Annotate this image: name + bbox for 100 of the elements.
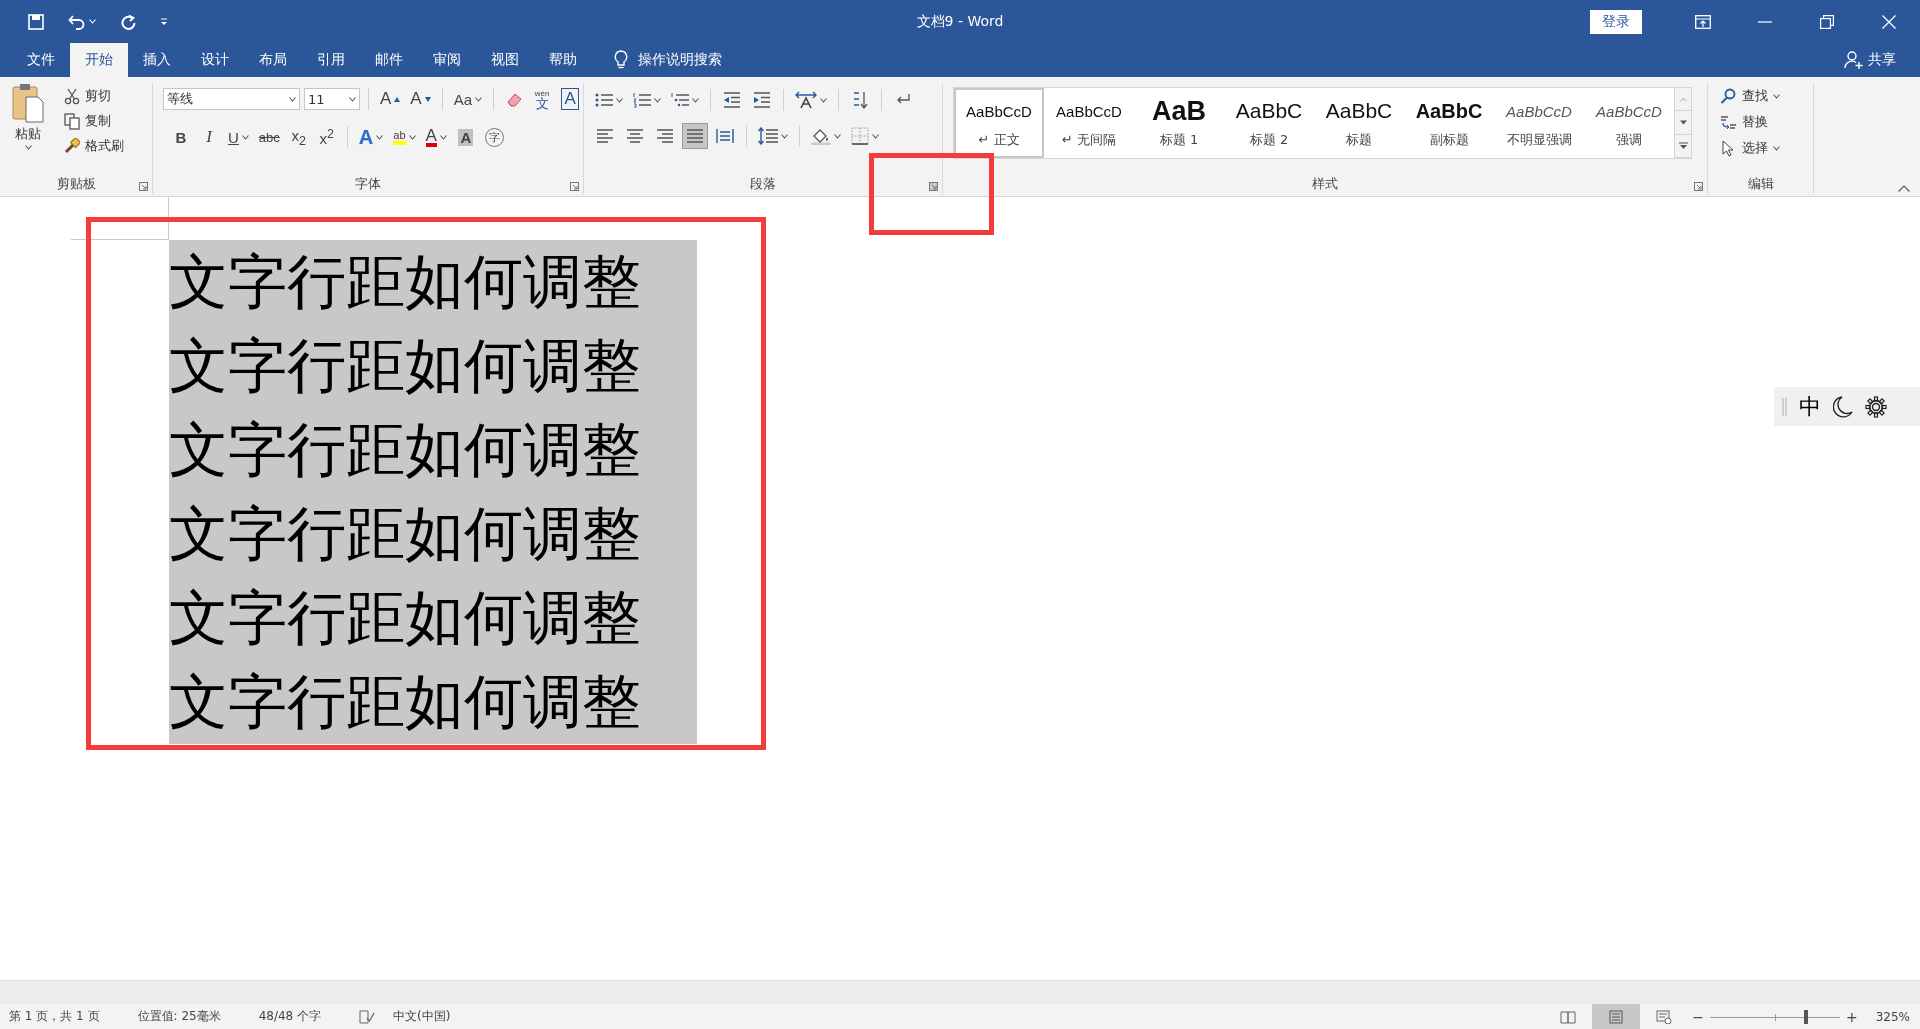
style-gallery-item[interactable]: AaBbCcD ↵ 正文: [954, 88, 1044, 158]
font-name-field[interactable]: 等线: [163, 88, 300, 110]
strikethrough-button[interactable]: abc: [255, 125, 283, 149]
caret-icon: [1773, 145, 1780, 151]
language-indicator[interactable]: 中文(中国): [393, 1008, 451, 1025]
ribbon-tab[interactable]: 审阅: [418, 43, 476, 77]
ribbon-tab[interactable]: 插入: [128, 43, 186, 77]
caret-icon: [834, 133, 841, 139]
ribbon-tab[interactable]: 帮助: [534, 43, 592, 77]
share-button[interactable]: 共享: [1838, 43, 1920, 77]
text-effects-button[interactable]: A: [355, 125, 387, 149]
justify-button[interactable]: [682, 123, 708, 149]
save-button[interactable]: [26, 11, 46, 32]
ribbon-display-icon: [1695, 14, 1711, 29]
gallery-down-button[interactable]: [1675, 111, 1691, 135]
settings-button[interactable]: [1865, 395, 1887, 418]
character-shading-button[interactable]: A: [453, 125, 478, 149]
caret-icon: [781, 133, 788, 139]
sign-in-button[interactable]: 登录: [1590, 9, 1642, 34]
up-caret-icon: [1898, 185, 1910, 192]
copy-icon: [64, 112, 80, 130]
input-mode-button[interactable]: 中: [1799, 391, 1821, 422]
caret-icon: [24, 145, 32, 150]
customize-icon: [160, 17, 168, 26]
cut-button[interactable]: 剪切: [62, 85, 126, 107]
dialog-launcher[interactable]: [570, 182, 579, 191]
search-icon: [1720, 87, 1737, 105]
ribbon-tab[interactable]: 引用: [302, 43, 360, 77]
document-line: 文字行距如何调整: [169, 666, 642, 738]
document-line: 文字行距如何调整: [169, 246, 642, 318]
tell-me-search[interactable]: 操作说明搜索: [638, 51, 722, 69]
paint-bucket-icon: [811, 127, 831, 145]
document-line: 文字行距如何调整: [169, 582, 642, 654]
ribbon-tab[interactable]: 邮件: [360, 43, 418, 77]
ribbon-tab[interactable]: 开始: [70, 43, 128, 77]
font-size-field[interactable]: 11: [304, 88, 360, 110]
group-label: 样式: [1312, 175, 1338, 193]
customize-button[interactable]: [158, 15, 170, 28]
zoom-percent[interactable]: 325%: [1861, 1009, 1920, 1024]
grow-font-button[interactable]: A: [377, 87, 404, 111]
caret-icon: [376, 134, 384, 140]
decrease-indent-icon: [723, 92, 741, 108]
open-book-icon: [1560, 1009, 1577, 1024]
zoom-out-button[interactable]: −: [1688, 1008, 1708, 1025]
paste-button[interactable]: 粘贴: [0, 83, 48, 174]
document-line: 文字行距如何调整: [169, 414, 642, 486]
launcher-icon: [1694, 182, 1703, 191]
ribbon-tab[interactable]: 文件: [12, 43, 70, 77]
horizontal-scrollbar[interactable]: [0, 980, 1920, 1004]
ribbon-tab[interactable]: 视图: [476, 43, 534, 77]
minimize-icon: [1758, 20, 1772, 23]
underline-button[interactable]: U: [225, 125, 252, 149]
sort-icon: [852, 91, 868, 109]
group-label: 字体: [355, 175, 381, 193]
select-button[interactable]: 选择: [1718, 137, 1782, 159]
status-text: 位置值: 25毫米: [137, 1008, 221, 1025]
multilevel-list-icon: [671, 92, 689, 108]
caret-icon: [349, 96, 356, 102]
caret-icon: [289, 96, 296, 102]
superscript-button[interactable]: x$^{2}$: [314, 125, 339, 149]
align-left-icon: [596, 128, 614, 144]
shrink-font-button[interactable]: A: [407, 87, 434, 111]
replace-icon: [1720, 113, 1737, 131]
save-icon: [28, 13, 44, 30]
font-color-button[interactable]: A: [422, 125, 450, 149]
caret-icon: [439, 134, 447, 140]
distributed-icon: [716, 128, 734, 144]
proofing-button[interactable]: [359, 1009, 376, 1024]
group-label: 段落: [750, 175, 776, 193]
subscript-button[interactable]: x$_{2}$: [286, 125, 311, 149]
phonetic-guide-button[interactable]: wén 文: [530, 87, 555, 111]
slider-thumb[interactable]: [1804, 1009, 1809, 1024]
zoom-in-button[interactable]: +: [1841, 1008, 1862, 1025]
caret-icon: [408, 134, 416, 140]
caret-icon: [820, 97, 827, 103]
replace-button[interactable]: 替换: [1718, 111, 1782, 133]
moon-icon: [1833, 395, 1853, 418]
print-layout-button[interactable]: [1592, 1004, 1641, 1029]
copy-button[interactable]: 复制: [62, 110, 126, 132]
web-page-icon: [1656, 1009, 1673, 1024]
ribbon-tab[interactable]: 设计: [186, 43, 244, 77]
change-case-button[interactable]: Aa: [450, 87, 486, 111]
ribbon-tab[interactable]: 布局: [244, 43, 302, 77]
gallery-more-button[interactable]: [1675, 134, 1691, 158]
dialog-launcher[interactable]: [1694, 182, 1703, 191]
line-spacing-icon: [758, 127, 778, 145]
dialog-launcher[interactable]: [139, 182, 148, 191]
down-caret-icon: [1679, 120, 1687, 125]
find-button[interactable]: 查找: [1718, 85, 1782, 107]
dialog-launcher[interactable]: [929, 182, 938, 191]
bold-button[interactable]: B: [169, 125, 193, 149]
scissors-icon: [64, 87, 80, 105]
caret-icon: [475, 96, 483, 102]
highlight-button[interactable]: ab: [390, 125, 419, 149]
more-caret-icon: [1678, 141, 1688, 150]
document-line: 文字行距如何调整: [169, 498, 642, 570]
format-painter-button[interactable]: 格式刷: [62, 135, 126, 157]
moon-button[interactable]: [1833, 395, 1853, 418]
increase-indent-icon: [753, 92, 771, 108]
italic-button[interactable]: I: [197, 125, 221, 149]
